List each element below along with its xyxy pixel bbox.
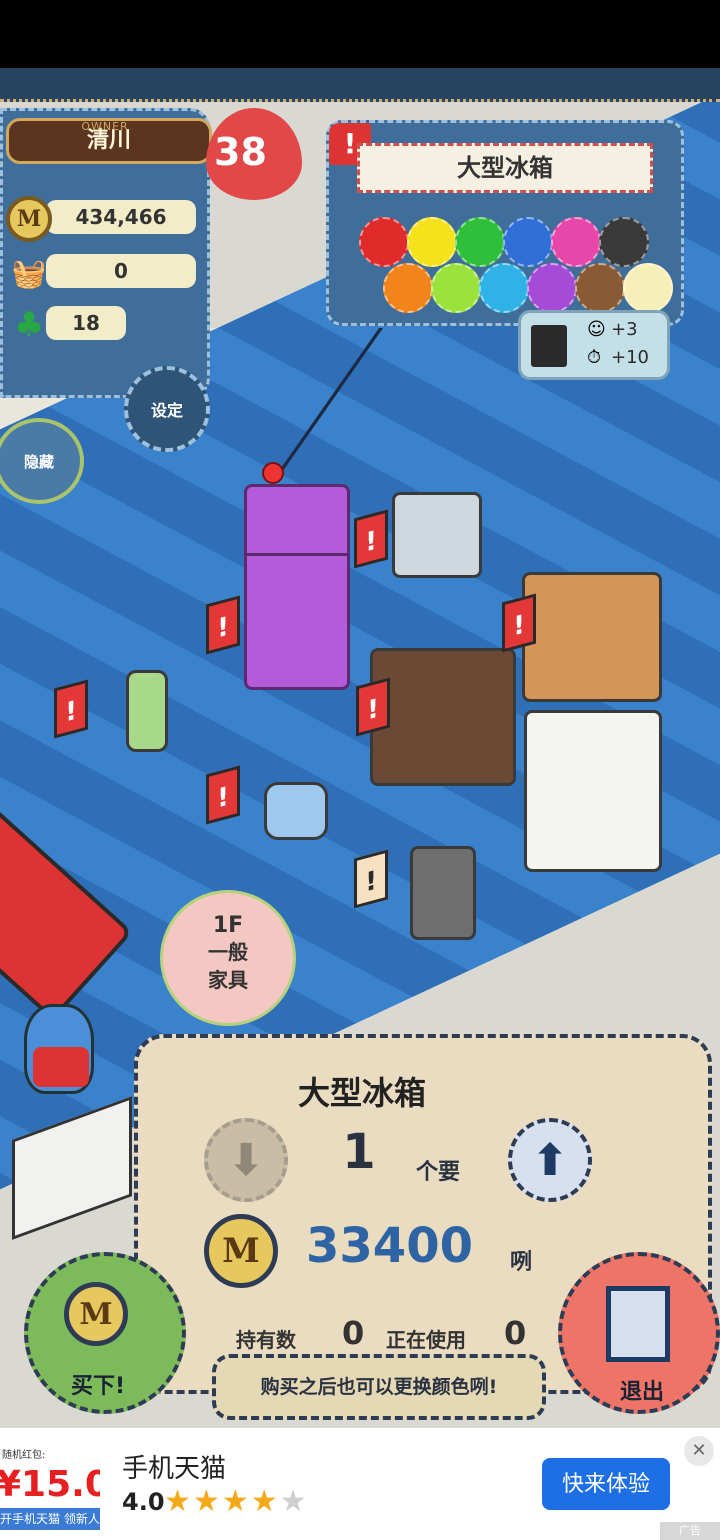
ad-star-rating: ★★★★★ (164, 1484, 309, 1519)
in-use-label: 正在使用 (386, 1328, 466, 1352)
bonus-box: ☺ +3 ⏱ +10 (518, 310, 670, 380)
color-swatch[interactable] (503, 217, 553, 267)
bonus-happy: +3 (611, 319, 638, 340)
ad-promo-block[interactable]: 随机红包: ¥15.00 开手机天猫 领新人 (0, 1428, 100, 1540)
quantity-increase-button[interactable]: ⬆ (508, 1118, 592, 1202)
star-filled-icon: ★ (250, 1484, 280, 1519)
bonus-time: +10 (611, 347, 649, 368)
color-swatch[interactable] (431, 263, 481, 313)
coin-icon: M (64, 1282, 128, 1346)
coins-row: 434,466 M (6, 196, 202, 242)
level-heart-badge: 38 (206, 108, 302, 200)
quantity-value: 1 (342, 1124, 376, 1180)
cash-register-object[interactable] (392, 492, 482, 578)
alert-sign[interactable]: ! (206, 765, 240, 825)
price-value: 33400 (306, 1218, 473, 1274)
clover-row: 18 ♣ (6, 302, 202, 345)
color-swatch[interactable] (551, 217, 601, 267)
floor-category-line1: 一般 (208, 940, 248, 964)
clover-value: 18 (46, 306, 126, 340)
quantity-decrease-button[interactable]: ⬇ (204, 1118, 288, 1202)
star-filled-icon: ★ (221, 1484, 251, 1519)
clover-icon: ♣ (13, 305, 45, 345)
star-empty-icon: ★ (279, 1484, 309, 1519)
info-sign[interactable]: ! (354, 849, 388, 909)
floor-badge[interactable]: 1F 一般 家具 (160, 890, 296, 1026)
basket-value: 0 (46, 254, 196, 288)
owned-value: 0 (342, 1314, 365, 1352)
color-swatch[interactable] (575, 263, 625, 313)
floor-category-line2: 家具 (208, 968, 248, 992)
mascot-character (24, 1004, 94, 1094)
color-swatch-grid (359, 217, 673, 317)
fridge-object[interactable] (244, 484, 350, 690)
ad-mark: 广告 (660, 1522, 720, 1540)
color-change-hint: 购买之后也可以更换颜色咧! (212, 1354, 546, 1420)
settings-button[interactable]: 设定 (124, 366, 210, 452)
bunting-banner (0, 68, 720, 102)
color-swatch[interactable] (359, 217, 409, 267)
color-swatch[interactable] (527, 263, 577, 313)
toaster-object[interactable] (264, 782, 328, 840)
color-swatch[interactable] (383, 263, 433, 313)
exit-button[interactable]: 退出 (558, 1252, 720, 1414)
close-icon[interactable]: ✕ (684, 1436, 714, 1466)
alert-sign[interactable]: ! (502, 593, 536, 653)
door-icon (606, 1286, 670, 1362)
item-color-card: ! 大型冰箱 (326, 120, 684, 326)
alert-sign[interactable]: ! (354, 509, 388, 569)
ad-rating: 4.0 (122, 1488, 165, 1516)
buy-button[interactable]: M 买下! (24, 1252, 186, 1414)
item-card-title: 大型冰箱 (357, 143, 653, 193)
coffee-maker-object[interactable] (410, 846, 476, 940)
price-coin-icon: M (204, 1214, 278, 1288)
selection-pin (262, 462, 284, 484)
ad-cta-button[interactable]: 快来体验 (542, 1458, 670, 1510)
color-swatch[interactable] (407, 217, 457, 267)
alert-sign[interactable]: ! (206, 595, 240, 655)
status-bar (0, 0, 720, 68)
basket-row: 0 🧺 (6, 250, 202, 290)
owned-label: 持有数 (236, 1328, 296, 1352)
coins-value: 434,466 (46, 200, 196, 234)
timer-icon: ⏱ (587, 347, 602, 368)
ad-small-text: 随机红包: (2, 1450, 46, 1461)
quantity-unit: 个要 (416, 1160, 461, 1185)
ad-app-name[interactable]: 手机天猫 (122, 1448, 226, 1485)
fridge-icon (531, 325, 567, 367)
owner-tag: OWNER (81, 120, 129, 133)
alert-sign[interactable]: ! (356, 677, 390, 737)
price-unit: 咧 (510, 1250, 533, 1275)
floor-level: 1F (212, 913, 244, 938)
color-swatch[interactable] (455, 217, 505, 267)
happy-face-icon: ☺ (587, 319, 606, 340)
game-scene: ! ! ! ! ! ! ! 1F 一般 家具 清川 OWNER 434,466 … (0, 68, 720, 1428)
alert-sign[interactable]: ! (54, 679, 88, 739)
color-swatch[interactable] (479, 263, 529, 313)
arrow-down-icon: ⬇ (227, 1134, 265, 1186)
buy-button-label: 买下! (70, 1374, 126, 1399)
arrow-up-icon: ⬆ (531, 1134, 569, 1186)
sink-object[interactable] (522, 572, 662, 702)
blender-object[interactable] (126, 670, 168, 752)
star-filled-icon: ★ (164, 1484, 193, 1519)
coin-icon: M (6, 196, 52, 242)
color-swatch[interactable] (599, 217, 649, 267)
ad-price: ¥15.00 (0, 1464, 100, 1505)
color-swatch[interactable] (623, 263, 673, 313)
ad-banner[interactable]: 随机红包: ¥15.00 开手机天猫 领新人 手机天猫 4.0 ★★★★★ 快来… (0, 1428, 720, 1540)
level-value: 38 (214, 130, 267, 174)
buy-item-title: 大型冰箱 (297, 1074, 426, 1112)
star-filled-icon: ★ (192, 1484, 222, 1519)
oven-object[interactable] (524, 710, 662, 872)
in-use-value: 0 (504, 1314, 527, 1352)
exit-button-label: 退出 (619, 1380, 664, 1405)
stove-object[interactable] (370, 648, 516, 786)
ad-footnote: 开手机天猫 领新人 (0, 1508, 100, 1530)
basket-icon: 🧺 (11, 256, 47, 290)
